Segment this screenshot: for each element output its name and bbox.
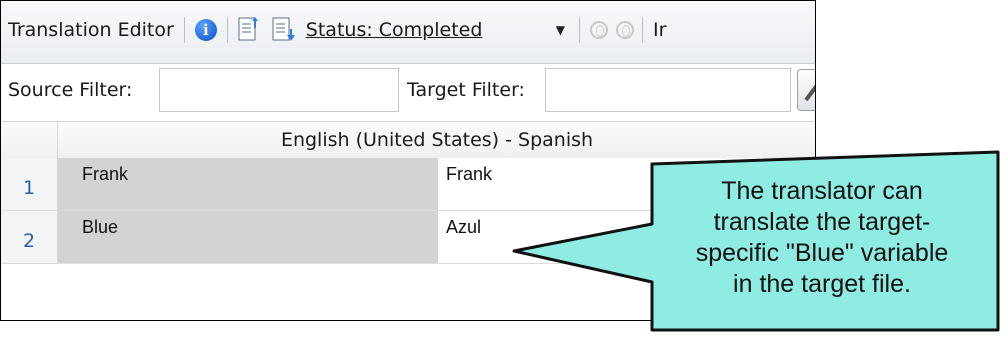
toolbar: Translation Editor i Status: Completed ▼… <box>1 1 815 64</box>
row-number: 2 <box>1 211 58 263</box>
callout-line: in the target file. <box>733 270 911 298</box>
source-filter-label: Source Filter: <box>8 79 133 101</box>
callout-line: specific "Blue" variable <box>695 239 949 267</box>
source-cell: Frank <box>58 158 438 210</box>
row-number: 1 <box>1 158 58 210</box>
chevron-down-icon[interactable]: ▼ <box>556 23 565 37</box>
import-doc-icon[interactable] <box>272 17 295 43</box>
target-filter-input[interactable] <box>545 68 791 112</box>
grid-header: English (United States) - Spanish <box>1 121 815 159</box>
target-filter-label: Target Filter: <box>407 79 525 101</box>
export-doc-icon[interactable] <box>238 17 260 43</box>
toolbar-separator <box>183 17 185 43</box>
toolbar-truncated-label: Ir <box>653 19 667 41</box>
callout-line: The translator can <box>721 177 923 205</box>
status-dropdown[interactable]: Status: Completed <box>306 19 556 41</box>
callout-text: The translator can translate the target-… <box>654 176 990 300</box>
search-icon[interactable] <box>797 69 815 111</box>
info-icon[interactable]: i <box>194 19 217 41</box>
grid-corner <box>1 122 58 158</box>
toolbar-row: Translation Editor i Status: Completed ▼… <box>1 1 666 59</box>
source-cell: Blue <box>58 211 438 263</box>
toggle-circle-icon[interactable] <box>590 21 609 39</box>
toolbar-separator <box>642 17 644 43</box>
toggle-circle-icon[interactable] <box>616 21 635 39</box>
toolbar-separator <box>226 17 228 43</box>
language-pair-header: English (United States) - Spanish <box>280 129 594 151</box>
source-filter-input[interactable] <box>159 68 399 112</box>
toolbar-separator <box>579 17 581 43</box>
callout-line: translate the target- <box>713 208 931 236</box>
filter-row: Source Filter: Target Filter: <box>1 61 815 119</box>
editor-title: Translation Editor <box>8 19 174 41</box>
